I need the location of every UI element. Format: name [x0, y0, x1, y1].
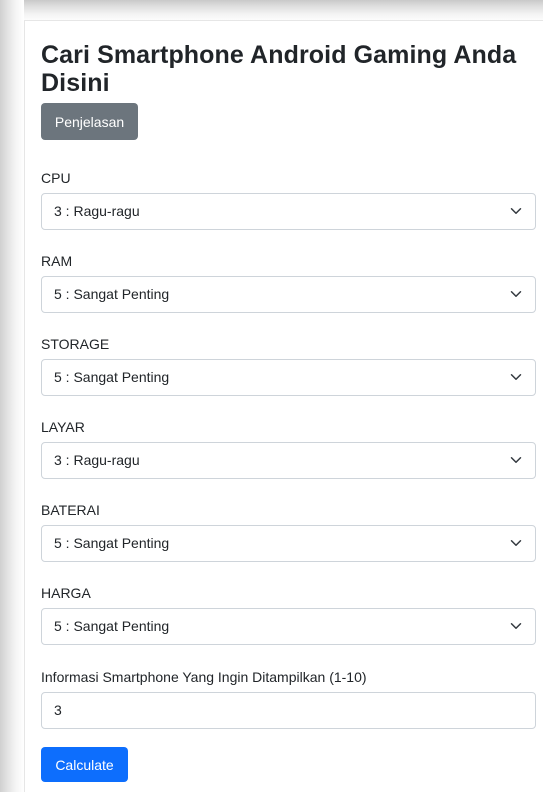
storage-label: STORAGE: [41, 336, 110, 352]
chevron-down-icon: [510, 374, 522, 380]
page-title: Cari Smartphone Android Gaming Anda Disi…: [41, 41, 517, 97]
ram-select[interactable]: 5 : Sangat Penting: [41, 276, 536, 313]
count-label: Informasi Smartphone Yang Ingin Ditampil…: [41, 669, 367, 685]
cpu-select-value: 3 : Ragu-ragu: [54, 203, 140, 219]
layar-label: LAYAR: [41, 419, 85, 435]
count-input-value: 3: [54, 702, 62, 718]
baterai-select-value: 5 : Sangat Penting: [54, 535, 170, 551]
storage-select-value: 5 : Sangat Penting: [54, 369, 170, 385]
cpu-label: CPU: [41, 170, 71, 186]
layar-select-value: 3 : Ragu-ragu: [54, 452, 140, 468]
screenshot-shadow-top: [0, 0, 543, 22]
chevron-down-icon: [510, 540, 522, 546]
layar-select[interactable]: 3 : Ragu-ragu: [41, 442, 536, 479]
harga-label: HARGA: [41, 585, 91, 601]
count-input[interactable]: 3: [41, 692, 536, 729]
harga-select[interactable]: 5 : Sangat Penting: [41, 608, 536, 645]
storage-select[interactable]: 5 : Sangat Penting: [41, 359, 536, 396]
chevron-down-icon: [510, 457, 522, 463]
baterai-select[interactable]: 5 : Sangat Penting: [41, 525, 536, 562]
form-panel: Cari Smartphone Android Gaming Anda Disi…: [24, 20, 543, 792]
chevron-down-icon: [510, 291, 522, 297]
calculate-button[interactable]: Calculate: [41, 747, 128, 782]
explain-button[interactable]: Penjelasan: [41, 103, 138, 140]
ram-select-value: 5 : Sangat Penting: [54, 286, 170, 302]
baterai-label: BATERAI: [41, 502, 100, 518]
harga-select-value: 5 : Sangat Penting: [54, 618, 170, 634]
chevron-down-icon: [510, 208, 522, 214]
chevron-down-icon: [510, 623, 522, 629]
cpu-select[interactable]: 3 : Ragu-ragu: [41, 193, 536, 230]
screenshot-shadow-left: [0, 0, 24, 792]
form-content: Cari Smartphone Android Gaming Anda Disi…: [41, 21, 538, 782]
ram-label: RAM: [41, 253, 73, 269]
